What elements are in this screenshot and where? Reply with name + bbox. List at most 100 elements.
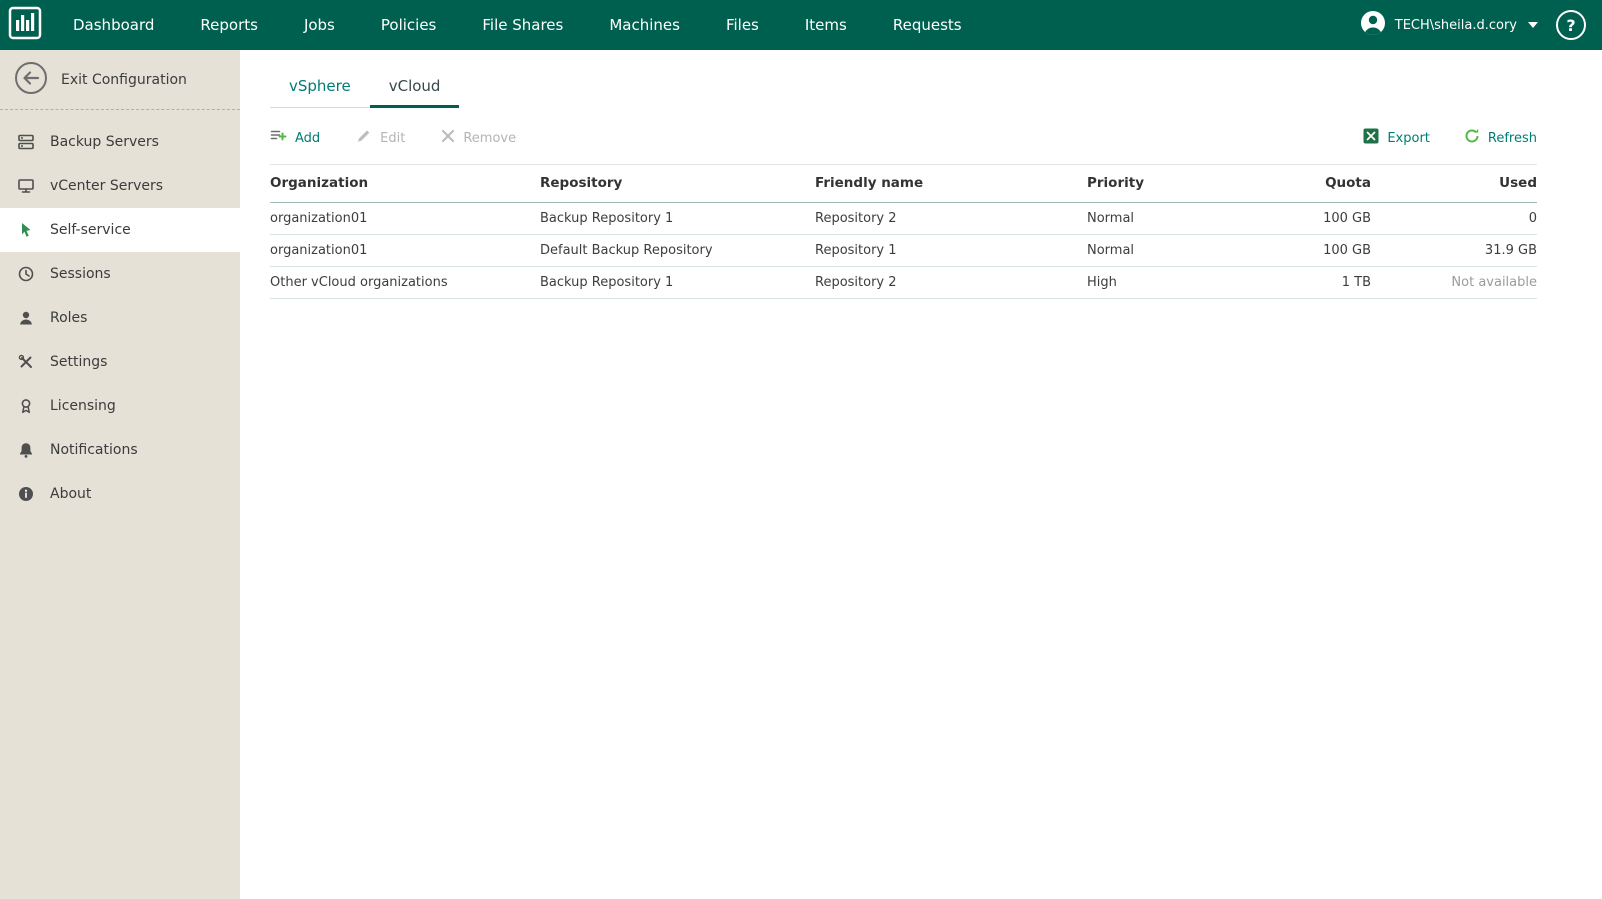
settings-icon xyxy=(16,353,36,371)
add-button[interactable]: Add xyxy=(270,128,320,148)
vcenter-servers-icon xyxy=(16,177,36,195)
refresh-button[interactable]: Refresh xyxy=(1464,128,1537,148)
cell-organization: organization01 xyxy=(270,234,540,267)
nav-policies[interactable]: Policies xyxy=(358,0,459,50)
sidebar-item-label: Settings xyxy=(50,354,108,370)
cell-repository: Backup Repository 1 xyxy=(540,266,815,299)
top-nav: Dashboard Reports Jobs Policies File Sha… xyxy=(50,0,985,50)
cell-used: 31.9 GB xyxy=(1371,234,1537,267)
top-navigation-bar: Dashboard Reports Jobs Policies File Sha… xyxy=(0,0,1602,50)
column-header-friendly-name[interactable]: Friendly name xyxy=(815,164,1087,203)
topbar-right-area: TECH\sheila.d.cory ? xyxy=(1360,10,1602,40)
user-menu[interactable]: TECH\sheila.d.cory xyxy=(1360,10,1538,40)
nav-jobs[interactable]: Jobs xyxy=(281,0,358,50)
help-label: ? xyxy=(1566,15,1576,35)
cell-used: Not available xyxy=(1371,266,1537,299)
remove-x-icon xyxy=(441,129,455,147)
toolbar-right-group: Export Refresh xyxy=(1329,128,1537,148)
add-label: Add xyxy=(295,130,321,146)
chevron-down-icon xyxy=(1528,22,1538,28)
edit-label: Edit xyxy=(380,130,406,146)
excel-export-icon xyxy=(1363,128,1379,148)
nav-machines[interactable]: Machines xyxy=(586,0,703,50)
table-header-row: Organization Repository Friendly name Pr… xyxy=(270,164,1537,203)
cell-used: 0 xyxy=(1371,202,1537,235)
sidebar-item-vcenter-servers[interactable]: vCenter Servers xyxy=(0,164,240,208)
back-arrow-icon xyxy=(14,61,48,99)
app-logo[interactable] xyxy=(0,6,50,44)
cell-organization: Other vCloud organizations xyxy=(270,266,540,299)
main-content: vSphere vCloud Add Edit Remove Export Re… xyxy=(240,50,1602,899)
sidebar-item-label: Sessions xyxy=(50,266,111,282)
column-header-organization[interactable]: Organization xyxy=(270,164,540,203)
quota-table: Organization Repository Friendly name Pr… xyxy=(270,164,1537,299)
tab-bar: vSphere vCloud xyxy=(270,68,460,108)
toolbar: Add Edit Remove Export Refresh xyxy=(270,128,1537,148)
cell-priority: Normal xyxy=(1087,234,1267,267)
self-service-icon xyxy=(16,221,36,239)
cell-priority: Normal xyxy=(1087,202,1267,235)
cell-quota: 1 TB xyxy=(1267,266,1371,299)
table-row[interactable]: Other vCloud organizations Backup Reposi… xyxy=(270,266,1537,299)
cell-friendly-name: Repository 2 xyxy=(815,202,1087,235)
sidebar-item-notifications[interactable]: Notifications xyxy=(0,428,240,472)
sidebar-item-label: Roles xyxy=(50,310,88,326)
sidebar-item-backup-servers[interactable]: Backup Servers xyxy=(0,120,240,164)
configuration-sidebar: Exit Configuration Backup Servers vCente… xyxy=(0,50,240,899)
cell-repository: Default Backup Repository xyxy=(540,234,815,267)
table-row[interactable]: organization01 Default Backup Repository… xyxy=(270,234,1537,267)
refresh-icon xyxy=(1464,128,1480,148)
sessions-icon xyxy=(16,265,36,283)
help-button[interactable]: ? xyxy=(1556,10,1586,40)
tab-vsphere[interactable]: vSphere xyxy=(270,68,370,108)
cell-quota: 100 GB xyxy=(1267,202,1371,235)
backup-servers-icon xyxy=(16,133,36,151)
cell-friendly-name: Repository 2 xyxy=(815,266,1087,299)
sidebar-item-label: Backup Servers xyxy=(50,134,159,150)
user-avatar-icon xyxy=(1360,10,1386,40)
tab-vcloud[interactable]: vCloud xyxy=(369,68,460,108)
roles-icon xyxy=(16,309,36,327)
column-header-repository[interactable]: Repository xyxy=(540,164,815,203)
sidebar-item-licensing[interactable]: Licensing xyxy=(0,384,240,428)
column-header-used[interactable]: Used xyxy=(1371,164,1537,203)
nav-files[interactable]: Files xyxy=(703,0,782,50)
nav-reports[interactable]: Reports xyxy=(177,0,281,50)
nav-items[interactable]: Items xyxy=(782,0,870,50)
toolbar-left-group: Add Edit Remove xyxy=(270,128,552,148)
page-layout: Exit Configuration Backup Servers vCente… xyxy=(0,50,1602,899)
sidebar-item-label: vCenter Servers xyxy=(50,178,164,194)
nav-file-shares[interactable]: File Shares xyxy=(459,0,586,50)
sidebar-item-label: Notifications xyxy=(50,442,138,458)
about-icon xyxy=(16,485,36,503)
notifications-icon xyxy=(16,441,36,459)
user-name: TECH\sheila.d.cory xyxy=(1394,17,1517,33)
sidebar-item-about[interactable]: About xyxy=(0,472,240,516)
export-button[interactable]: Export xyxy=(1363,128,1430,148)
export-label: Export xyxy=(1387,130,1430,146)
edit-button[interactable]: Edit xyxy=(356,128,405,148)
column-header-quota[interactable]: Quota xyxy=(1267,164,1371,203)
licensing-icon xyxy=(16,397,36,415)
sidebar-item-sessions[interactable]: Sessions xyxy=(0,252,240,296)
add-icon xyxy=(270,128,287,148)
column-header-priority[interactable]: Priority xyxy=(1087,164,1267,203)
sidebar-menu: Backup Servers vCenter Servers Self-serv… xyxy=(0,110,240,516)
exit-configuration-label: Exit Configuration xyxy=(61,71,187,88)
sidebar-item-roles[interactable]: Roles xyxy=(0,296,240,340)
cell-repository: Backup Repository 1 xyxy=(540,202,815,235)
remove-button[interactable]: Remove xyxy=(441,129,516,147)
nav-dashboard[interactable]: Dashboard xyxy=(50,0,177,50)
exit-configuration-button[interactable]: Exit Configuration xyxy=(0,50,240,110)
sidebar-item-label: Licensing xyxy=(50,398,116,414)
nav-requests[interactable]: Requests xyxy=(870,0,985,50)
sidebar-item-label: Self-service xyxy=(50,222,131,238)
refresh-label: Refresh xyxy=(1487,130,1537,146)
cell-friendly-name: Repository 1 xyxy=(815,234,1087,267)
table-row[interactable]: organization01 Backup Repository 1 Repos… xyxy=(270,202,1537,235)
sidebar-item-settings[interactable]: Settings xyxy=(0,340,240,384)
enterprise-manager-logo-icon xyxy=(8,6,42,44)
sidebar-item-label: About xyxy=(50,486,92,502)
sidebar-item-self-service[interactable]: Self-service xyxy=(0,208,240,252)
edit-pencil-icon xyxy=(356,128,372,148)
